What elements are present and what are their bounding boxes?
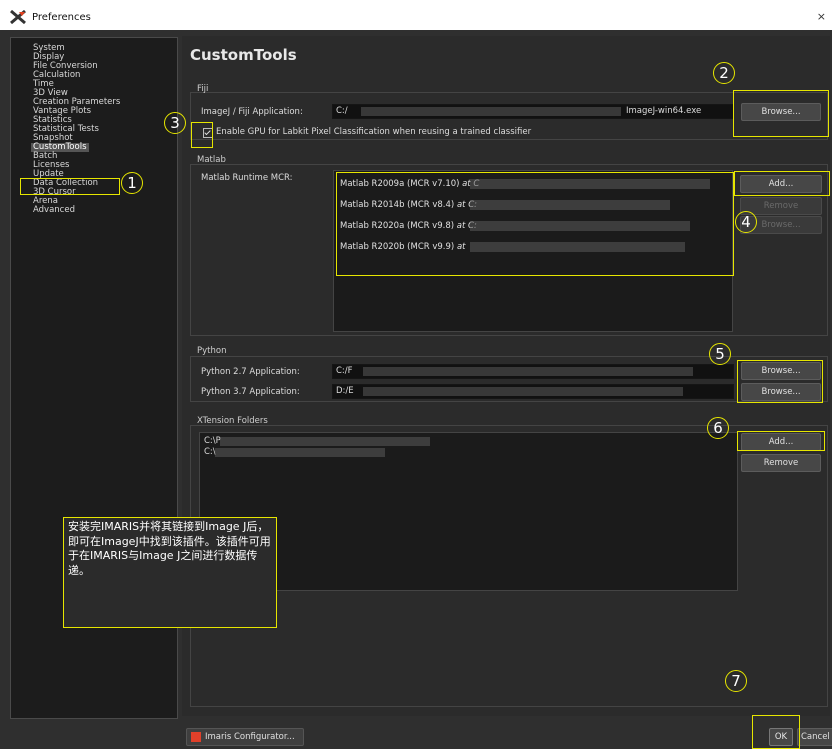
- imaris-logo-icon: [191, 732, 201, 742]
- highlight-box-customtools: [20, 178, 120, 195]
- titlebar-top-strip: [0, 0, 832, 5]
- python27-path: C:/F: [336, 366, 353, 376]
- redacted-path: [220, 437, 430, 446]
- fiji-app-label: ImageJ / Fiji Application:: [201, 107, 303, 117]
- fiji-path-end: ImageJ-win64.exe: [626, 106, 702, 116]
- annotation-number-2: 2: [713, 62, 735, 84]
- annotation-number-5: 5: [709, 343, 731, 365]
- python37-path-field[interactable]: D:/E: [332, 384, 734, 399]
- annotation-number-7: 7: [725, 670, 747, 692]
- fiji-path-start: C:/: [336, 106, 348, 116]
- gpu-checkbox-label: Enable GPU for Labkit Pixel Classificati…: [216, 127, 532, 137]
- redacted-path: [363, 387, 683, 396]
- cancel-button[interactable]: Cancel: [797, 728, 832, 746]
- fiji-path-field[interactable]: C:/ ImageJ-win64.exe: [332, 104, 734, 119]
- sidebar-item-advanced[interactable]: Advanced: [33, 206, 75, 215]
- python27-label: Python 2.7 Application:: [201, 367, 300, 377]
- python37-label: Python 3.7 Application:: [201, 387, 300, 397]
- highlight-box-ok: [752, 715, 800, 749]
- highlight-box-xtension-add: [737, 431, 825, 451]
- imaris-x-icon: [10, 10, 26, 24]
- close-icon[interactable]: ×: [817, 10, 826, 23]
- imaris-configurator-button[interactable]: Imaris Configurator...: [186, 728, 304, 746]
- matlab-mcr-label: Matlab Runtime MCR:: [201, 173, 293, 183]
- annotation-number-1: 1: [121, 172, 143, 194]
- annotation-note: 安装完IMARIS并将其链接到Image J后，即可在ImageJ中找到该插件。…: [63, 517, 277, 628]
- window-titlebar: Preferences ×: [0, 0, 832, 30]
- configurator-label: Imaris Configurator...: [205, 732, 295, 742]
- highlight-box-fiji-browse: [733, 90, 829, 137]
- list-item[interactable]: C:\P: [204, 436, 221, 446]
- redacted-path: [361, 107, 621, 116]
- annotation-number-6: 6: [707, 417, 729, 439]
- highlight-box-gpu-checkbox: [191, 122, 213, 148]
- python-group-label: Python: [197, 346, 227, 356]
- fiji-group-label: Fiji: [197, 84, 209, 94]
- annotation-number-3: 3: [164, 112, 186, 134]
- redacted-path: [215, 448, 385, 457]
- python37-path: D:/E: [336, 386, 354, 396]
- redacted-path: [363, 367, 693, 376]
- highlight-box-matlab-add: [734, 171, 830, 196]
- annotation-number-4: 4: [735, 211, 757, 233]
- xtension-remove-button[interactable]: Remove: [741, 454, 821, 472]
- window-title: Preferences: [32, 12, 91, 23]
- python27-path-field[interactable]: C:/F: [332, 364, 734, 379]
- highlight-box-python-browse: [737, 360, 823, 403]
- matlab-group-label: Matlab: [197, 155, 226, 165]
- list-item[interactable]: C:\: [204, 447, 216, 457]
- page-title: CustomTools: [190, 46, 297, 64]
- xtension-group-label: XTension Folders: [197, 416, 268, 426]
- highlight-box-matlab-list: [336, 172, 734, 276]
